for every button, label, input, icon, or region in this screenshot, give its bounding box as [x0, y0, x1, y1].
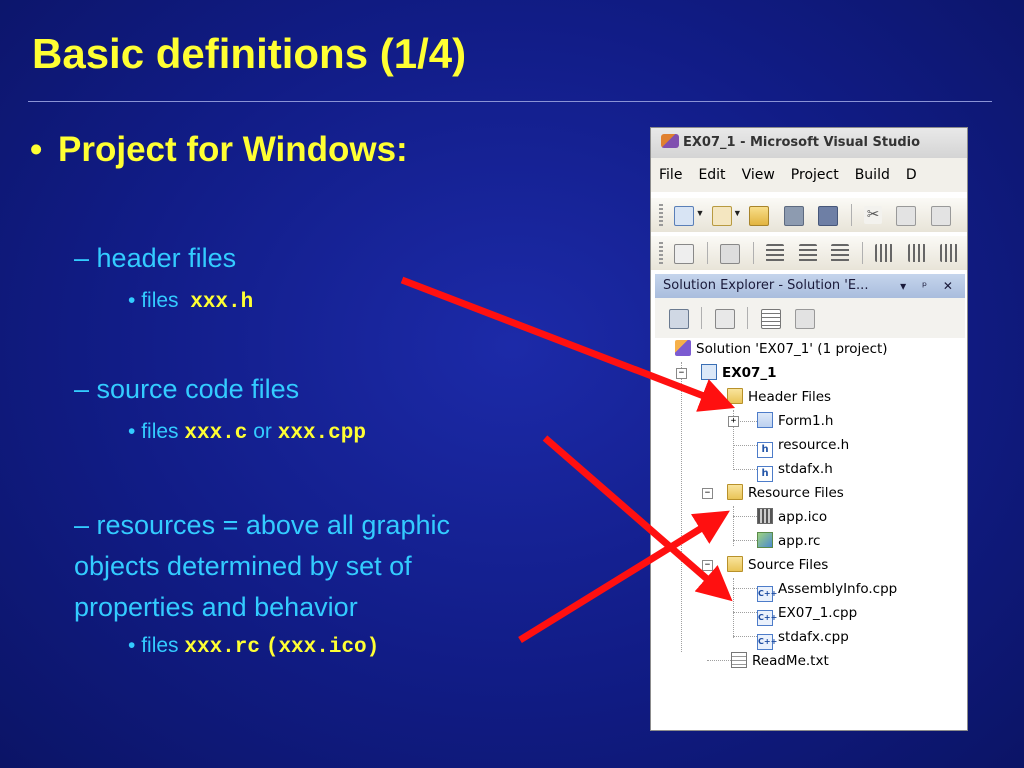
align-middle-icon[interactable] — [907, 244, 926, 262]
toolbar-grip-icon[interactable] — [659, 242, 663, 264]
tree-item-ex07-1-cpp[interactable]: C++EX07_1.cpp — [757, 602, 857, 626]
cpp-file-icon: C++ — [757, 634, 777, 650]
align-bottom-icon[interactable] — [939, 244, 958, 262]
standard-toolbar: ▼ ▼ ✂ — [651, 198, 967, 232]
main-bullet-text: Project for Windows: — [58, 130, 408, 169]
align-left-icon[interactable] — [766, 244, 785, 262]
slide-title: Basic definitions (1/4) — [32, 30, 467, 77]
collapse-source-files-icon[interactable]: − — [702, 560, 713, 571]
vs-menu-bar: File Edit View Project Build D — [651, 158, 967, 192]
visual-studio-logo-icon — [661, 134, 679, 148]
view-code-icon[interactable] — [760, 309, 781, 329]
menu-edit[interactable]: Edit — [690, 158, 733, 192]
project-icon — [701, 364, 717, 380]
layout-toolbar — [651, 236, 967, 270]
folder-icon — [727, 388, 743, 404]
tree-item-header-files[interactable]: Header Files — [727, 386, 831, 408]
main-bullet: • Project for Windows: — [30, 130, 408, 170]
tree-item-form1-h[interactable]: Form1.h — [757, 410, 833, 432]
folder-icon — [727, 556, 743, 572]
rc-file-icon — [757, 532, 773, 548]
solution-explorer-title-bar: Solution Explorer - Solution 'E... ▾ ᵖ ✕ — [655, 274, 965, 298]
tree-item-resource-h[interactable]: h resource.h — [757, 434, 849, 458]
solution-tree: − − + − − Solution 'EX07_1' (1 project) … — [655, 338, 965, 730]
new-project-icon[interactable] — [674, 206, 695, 226]
form-icon — [757, 412, 773, 428]
code-xxx-cpp: xxx.cpp — [277, 422, 366, 445]
collapse-resource-files-icon[interactable]: − — [702, 488, 713, 499]
copy-icon[interactable] — [896, 206, 917, 226]
tree-item-solution[interactable]: Solution 'EX07_1' (1 project) — [675, 338, 888, 360]
tree-item-readme-txt[interactable]: ReadMe.txt — [731, 650, 829, 672]
tree-item-assemblyinfo-cpp[interactable]: C++AssemblyInfo.cpp — [757, 578, 897, 602]
folder-icon — [727, 484, 743, 500]
detail-header-files: • files xxx.h — [128, 289, 254, 314]
code-xxx-h: xxx.h — [190, 291, 254, 314]
help-f1-icon[interactable] — [674, 244, 695, 264]
panel-controls[interactable]: ▾ ᵖ ✕ — [900, 274, 959, 298]
tree-item-stdafx-h[interactable]: h stdafx.h — [757, 458, 833, 482]
collapse-header-files-icon[interactable]: − — [702, 392, 713, 403]
menu-debug[interactable]: D — [898, 158, 925, 192]
item-resources: – resources = above all graphic objects … — [74, 510, 450, 622]
code-xxx-c: xxx.c — [184, 422, 248, 445]
solution-icon — [675, 340, 691, 356]
tree-item-project[interactable]: EX07_1 — [701, 362, 777, 384]
item-label: source code files — [96, 374, 300, 404]
add-item-icon[interactable] — [711, 206, 732, 226]
cpp-file-icon: C++ — [757, 586, 777, 602]
detail-source-files: • files xxx.c or xxx.cpp — [128, 420, 366, 445]
show-all-files-icon[interactable] — [714, 309, 735, 329]
bullet-marker: • — [30, 130, 43, 169]
expand-form1-icon[interactable]: + — [728, 416, 739, 427]
code-xxx-rc: xxx.rc — [184, 636, 260, 659]
tree-item-app-rc[interactable]: app.rc — [757, 530, 820, 552]
class-diagram-icon[interactable] — [795, 309, 816, 329]
menu-view[interactable]: View — [734, 158, 783, 192]
cut-icon[interactable]: ✂ — [864, 206, 883, 224]
item-label: header files — [96, 243, 237, 273]
chevron-down-icon[interactable]: ▼ — [733, 208, 742, 218]
save-icon[interactable] — [783, 206, 804, 226]
visual-studio-window: EX07_1 - Microsoft Visual Studio File Edi… — [650, 127, 968, 731]
chevron-down-icon[interactable]: ▼ — [695, 208, 704, 218]
text-file-icon — [731, 652, 747, 668]
tree-item-source-files[interactable]: Source Files — [727, 554, 828, 576]
open-folder-icon[interactable] — [749, 206, 770, 226]
toolbar-grip-icon[interactable] — [659, 204, 663, 226]
code-xxx-ico: (xxx.ico) — [265, 636, 380, 659]
save-all-icon[interactable] — [818, 206, 839, 226]
menu-build[interactable]: Build — [847, 158, 898, 192]
collapse-project-icon[interactable]: − — [676, 368, 687, 379]
vs-title-bar: EX07_1 - Microsoft Visual Studio — [651, 128, 967, 158]
item-source-files: – source code files — [74, 374, 300, 404]
solution-explorer-title: Solution Explorer - Solution 'E... — [663, 278, 869, 293]
align-right-icon[interactable] — [831, 244, 850, 262]
menu-project[interactable]: Project — [783, 158, 847, 192]
cpp-file-icon: C++ — [757, 610, 777, 626]
title-divider — [28, 101, 992, 102]
detail-resources: • files xxx.rc (xxx.ico) — [128, 634, 380, 659]
align-center-icon[interactable] — [798, 244, 817, 262]
tree-item-app-ico[interactable]: app.ico — [757, 506, 827, 528]
tree-item-resource-files[interactable]: Resource Files — [727, 482, 844, 504]
paste-icon[interactable] — [930, 206, 951, 226]
ico-file-icon — [757, 508, 773, 524]
header-file-icon: h — [757, 442, 773, 458]
header-file-icon: h — [757, 466, 773, 482]
vs-window-title: EX07_1 - Microsoft Visual Studio — [683, 135, 921, 150]
item-header-files: – header files — [74, 243, 237, 273]
properties-icon[interactable] — [669, 309, 689, 329]
grid-icon[interactable] — [720, 244, 741, 264]
align-top-icon[interactable] — [875, 244, 894, 262]
menu-file[interactable]: File — [651, 158, 690, 192]
tree-item-stdafx-cpp[interactable]: C++stdafx.cpp — [757, 626, 849, 650]
solution-explorer-toolbar — [655, 298, 965, 339]
